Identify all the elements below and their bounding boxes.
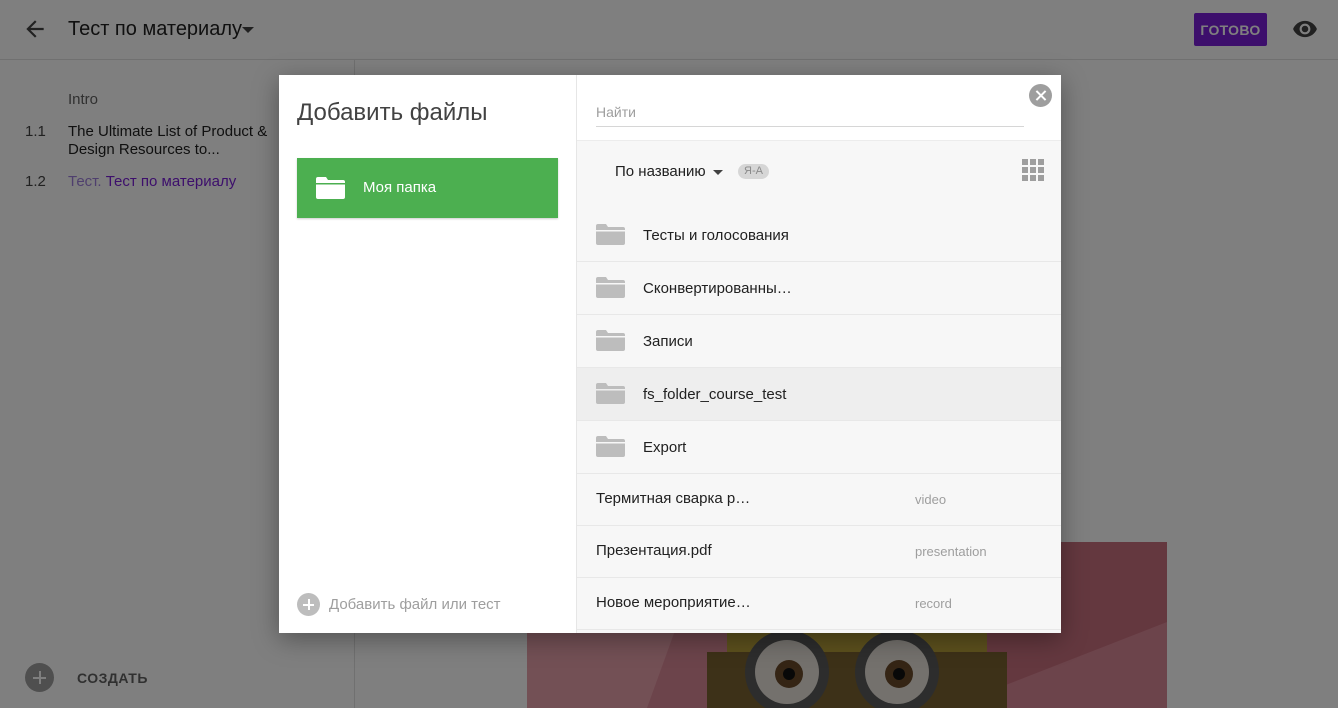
folder-icon <box>316 177 345 199</box>
folder-icon <box>596 383 625 404</box>
file-type: video <box>915 492 947 507</box>
folder-row[interactable]: Export <box>577 421 1061 474</box>
folder-row[interactable]: Записи <box>577 315 1061 368</box>
close-icon[interactable] <box>1029 84 1052 107</box>
dialog-title: Добавить файлы <box>297 99 488 126</box>
folder-name: Записи <box>643 333 693 350</box>
grid-view-icon[interactable] <box>1022 159 1044 181</box>
file-type: record <box>915 596 952 611</box>
my-folder-label: Моя папка <box>363 179 437 196</box>
plus-icon <box>297 593 320 616</box>
folder-icon <box>596 224 625 245</box>
sort-order-badge[interactable]: Я-А <box>738 164 769 179</box>
sort-dropdown[interactable]: По названию <box>615 163 706 180</box>
folder-row[interactable]: fs_folder_course_test <box>577 368 1061 421</box>
sort-bar: По названию Я-А <box>577 141 1061 201</box>
folder-name: Сконвертированны… <box>643 280 792 297</box>
file-name: Презентация.pdf <box>596 542 712 559</box>
file-row[interactable]: Термитная сварка р… video <box>577 474 1061 526</box>
file-type: presentation <box>915 544 987 559</box>
file-row[interactable]: Презентация.pdf presentation <box>577 526 1061 578</box>
file-list: Тесты и голосования Сконвертированны… За… <box>577 209 1061 630</box>
dialog-left-panel: Добавить файлы Моя папка Добавить файл и… <box>279 75 576 633</box>
folder-icon <box>596 436 625 457</box>
folder-icon <box>596 330 625 351</box>
search-area <box>577 75 1061 141</box>
add-file-label: Добавить файл или тест <box>329 596 501 613</box>
folder-name: Тесты и голосования <box>643 227 789 244</box>
folder-name: Export <box>643 439 687 456</box>
file-name: Термитная сварка р… <box>596 490 751 507</box>
folder-row[interactable]: Тесты и голосования <box>577 209 1061 262</box>
file-row[interactable]: Новое мероприятие… record <box>577 578 1061 630</box>
dialog-right-panel: По названию Я-А Тесты и голосования <box>576 75 1061 633</box>
add-file-button[interactable]: Добавить файл или тест <box>297 593 501 616</box>
search-input[interactable] <box>596 97 1024 127</box>
folder-row[interactable]: Сконвертированны… <box>577 262 1061 315</box>
file-name: Новое мероприятие… <box>596 594 751 611</box>
my-folder-button[interactable]: Моя папка <box>297 158 558 218</box>
add-files-dialog: Добавить файлы Моя папка Добавить файл и… <box>279 75 1061 633</box>
chevron-down-icon[interactable] <box>713 170 723 175</box>
folder-name: fs_folder_course_test <box>643 386 787 403</box>
folder-icon <box>596 277 625 298</box>
